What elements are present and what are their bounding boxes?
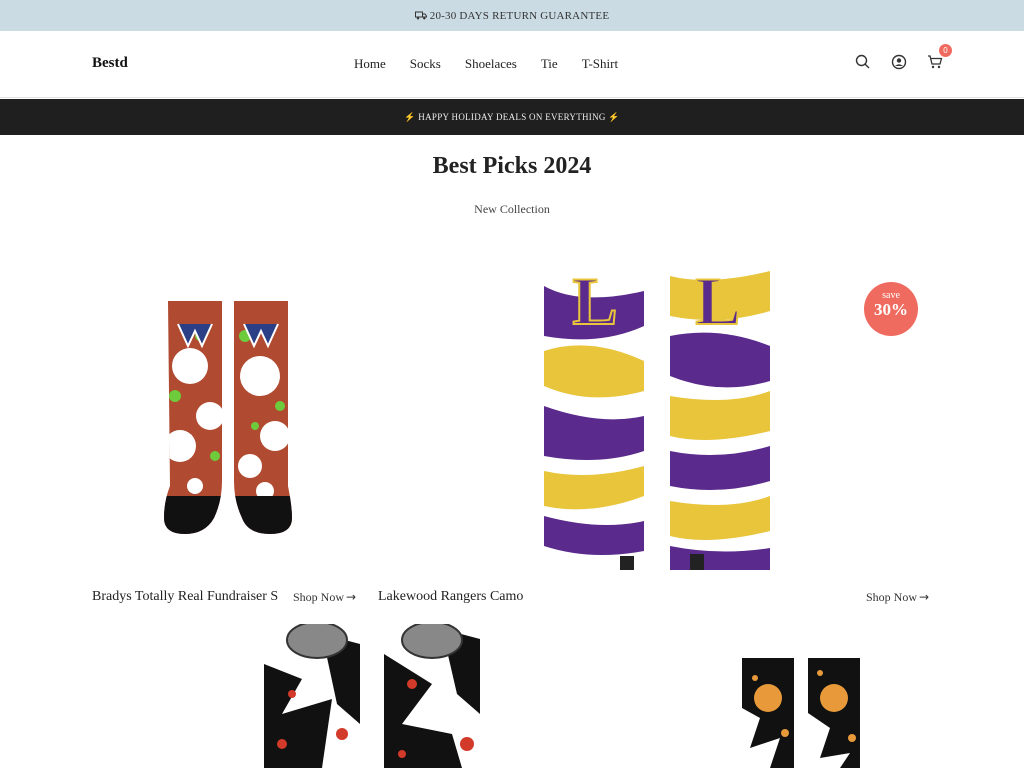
search-icon[interactable] xyxy=(854,53,872,71)
section-title: Best Picks 2024 xyxy=(432,153,592,179)
arrow-right-icon: → xyxy=(919,590,930,604)
shop-now-label: Shop Now xyxy=(293,590,345,604)
truck-icon xyxy=(414,11,427,20)
announcement-bar: 20-30 DAYS RETURN GUARANTEE xyxy=(0,0,1024,31)
logo[interactable]: Bestd xyxy=(92,55,128,72)
announcement-text: 20-30 DAYS RETURN GUARANTEE xyxy=(429,9,610,22)
shop-now-button-bradys[interactable]: Shop Now → xyxy=(293,590,356,605)
product-name-lakewood[interactable]: Lakewood Rangers Camo xyxy=(378,589,523,605)
main-nav: Home Socks Shoelaces Tie T-Shirt xyxy=(354,56,642,72)
product-image-bradys[interactable] xyxy=(150,296,310,541)
nav-home[interactable]: Home xyxy=(354,56,386,72)
svg-text:L: L xyxy=(572,266,617,339)
product-image-lakewood[interactable]: L L xyxy=(540,262,772,570)
product-name-bradys[interactable]: Bradys Totally Real Fundraiser S xyxy=(92,589,286,605)
cart-count-badge: 0 xyxy=(939,44,952,57)
nav-socks[interactable]: Socks xyxy=(410,56,441,72)
section-subtitle: New Collection xyxy=(474,202,550,216)
promo-text: ⚡ HAPPY HOLIDAY DEALS ON EVERYTHING ⚡ xyxy=(404,111,620,122)
shop-now-button-lakewood[interactable]: Shop Now → xyxy=(866,590,929,605)
arrow-right-icon: → xyxy=(346,590,357,604)
product-image-bulldog[interactable] xyxy=(262,621,482,768)
account-icon[interactable] xyxy=(890,53,908,71)
discount-badge-value: 30% xyxy=(874,300,908,319)
shop-now-label: Shop Now xyxy=(866,590,918,604)
discount-badge: save 30% xyxy=(864,282,918,336)
nav-shoelaces[interactable]: Shoelaces xyxy=(465,56,517,72)
svg-text:L: L xyxy=(695,266,740,339)
product-image-tigers[interactable] xyxy=(740,658,862,768)
cart-icon[interactable]: 0 xyxy=(926,44,952,71)
nav-tshirt[interactable]: T-Shirt xyxy=(582,56,618,72)
site-header: Bestd Home Socks Shoelaces Tie T-Shirt 0 xyxy=(0,31,1024,98)
promo-bar: ⚡ HAPPY HOLIDAY DEALS ON EVERYTHING ⚡ xyxy=(0,99,1024,135)
nav-tie[interactable]: Tie xyxy=(541,56,558,72)
header-icons: 0 xyxy=(854,44,952,71)
